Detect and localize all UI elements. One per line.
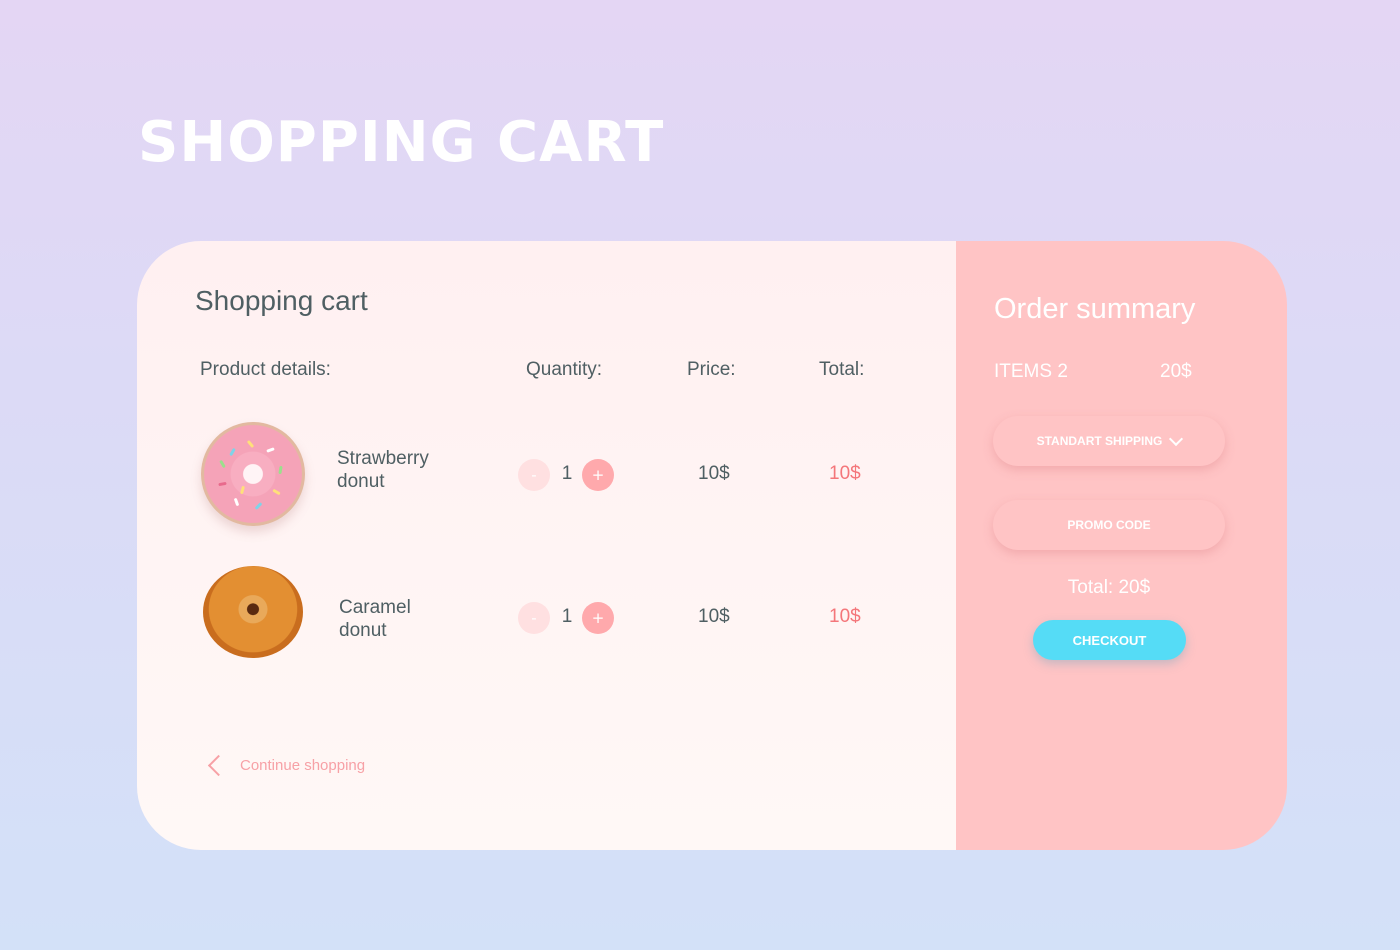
item-price: 10$ <box>698 463 730 484</box>
decrease-quantity-button[interactable]: - <box>518 459 550 491</box>
cart-panel: Shopping cart Product details: Quantity:… <box>137 241 956 850</box>
quantity-value: 1 <box>561 463 573 484</box>
cart-row-caramel-donut: Caramel donut - 1 + 10$ 10$ <box>137 564 956 674</box>
order-summary-panel: Order summary ITEMS 2 20$ STANDART SHIPP… <box>956 241 1287 850</box>
product-name-line2: donut <box>339 620 387 641</box>
product-name: Strawberry donut <box>337 447 467 493</box>
column-header-product: Product details: <box>200 359 331 380</box>
chevron-down-icon <box>1169 431 1184 446</box>
cart-row-strawberry-donut: Strawberry donut - 1 + 10$ 10$ <box>137 419 956 529</box>
items-count: ITEMS 2 <box>994 361 1068 382</box>
items-subtotal: 20$ <box>1160 361 1192 382</box>
product-name-line1: Strawberry <box>337 448 429 469</box>
item-price: 10$ <box>698 606 730 627</box>
item-total: 10$ <box>829 463 861 484</box>
continue-shopping-label: Continue shopping <box>240 757 366 774</box>
shipping-select[interactable]: STANDART SHIPPING <box>993 416 1225 466</box>
continue-shopping-link[interactable]: Continue shopping <box>205 754 366 777</box>
promo-code-button[interactable]: PROMO CODE <box>993 500 1225 550</box>
caramel-donut-image <box>203 566 303 658</box>
checkout-button[interactable]: CHECKOUT <box>1033 620 1186 660</box>
chevron-left-icon <box>207 754 230 777</box>
product-name: Caramel donut <box>339 596 469 642</box>
page-title: SHOPPING CART <box>138 110 665 175</box>
product-name-line2: donut <box>337 471 385 492</box>
product-name-line1: Caramel <box>339 597 411 618</box>
column-header-price: Price: <box>687 359 736 380</box>
column-header-total: Total: <box>819 359 865 380</box>
decrease-quantity-button[interactable]: - <box>518 602 550 634</box>
shipping-select-label: STANDART SHIPPING <box>1036 434 1163 448</box>
quantity-value: 1 <box>561 606 573 627</box>
cart-card: Shopping cart Product details: Quantity:… <box>137 241 1287 850</box>
column-header-quantity: Quantity: <box>526 359 603 380</box>
item-total: 10$ <box>829 606 861 627</box>
order-summary-heading: Order summary <box>994 293 1196 325</box>
cart-heading: Shopping cart <box>195 285 368 316</box>
strawberry-donut-image <box>201 422 305 526</box>
increase-quantity-button[interactable]: + <box>582 459 614 491</box>
increase-quantity-button[interactable]: + <box>582 602 614 634</box>
order-total: Total: 20$ <box>1067 577 1151 598</box>
